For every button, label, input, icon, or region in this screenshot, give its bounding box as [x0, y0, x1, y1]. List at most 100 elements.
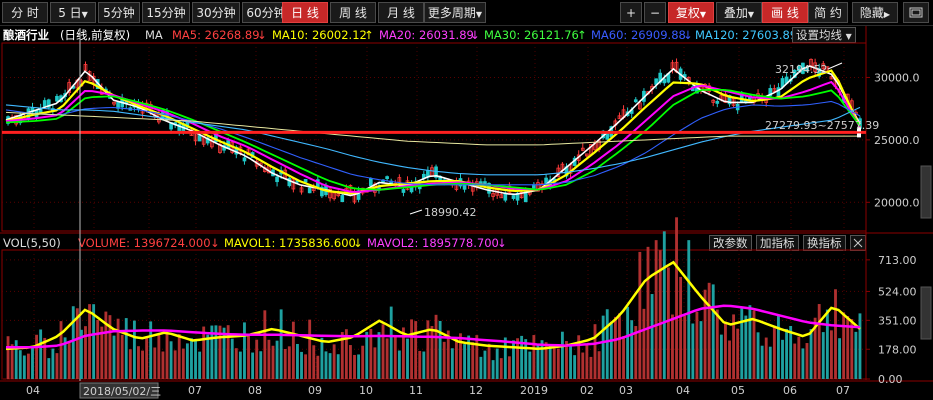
volume-bar [422, 351, 426, 379]
low-arrow [409, 209, 423, 215]
candle-body [55, 95, 59, 102]
volume-bar [524, 339, 528, 379]
month-axis-label: 03 [619, 384, 633, 397]
range-annotation: 27279.93~27577.39 [765, 119, 879, 132]
volume-bar [483, 350, 487, 379]
volume-bar [243, 322, 246, 379]
volume-bar [785, 328, 789, 379]
volume-bar [532, 335, 536, 379]
volume-bar [116, 318, 120, 379]
volume-bar [47, 358, 51, 379]
volume-bar [858, 313, 862, 379]
volume-bar [740, 308, 744, 379]
volume-bar [332, 344, 336, 379]
volume-bar [573, 355, 577, 379]
volume-bar [271, 345, 275, 379]
volume-bar [650, 294, 654, 379]
volume-bar [711, 284, 715, 379]
volume-bar [312, 345, 316, 379]
volume-bar [760, 345, 764, 379]
volume-bar [128, 349, 132, 379]
volume-bar [801, 348, 805, 379]
volume-bar [850, 319, 854, 379]
volume-bar [145, 337, 149, 379]
volume-bar [132, 320, 136, 379]
volume-bar [267, 339, 271, 379]
volume-bar [593, 324, 597, 379]
volume-bar [381, 324, 385, 379]
volume-bar [442, 341, 446, 379]
volume-bar [825, 309, 829, 379]
volume-bar [589, 356, 593, 379]
volume-bar [353, 354, 356, 379]
volume-bar [805, 343, 809, 379]
volume-bar [691, 323, 695, 379]
month-axis-label: 2019 [520, 384, 548, 397]
volume-bar [675, 217, 678, 379]
volume-bar [768, 346, 772, 379]
volume-bar [124, 318, 128, 379]
volume-bar [161, 351, 165, 379]
kline-chart-canvas[interactable]: 20000.0 25000.0 30000.0 713.00 524.00 351.00 1… [0, 0, 933, 400]
volume-bar [365, 331, 369, 379]
volume-bar [373, 347, 377, 379]
month-axis-label: 07 [836, 384, 850, 397]
volume-bar [177, 334, 181, 379]
volume-bar [324, 351, 328, 379]
candle-body [368, 178, 373, 187]
volume-scrollbar [920, 286, 932, 340]
volume-bar [662, 231, 666, 379]
volume-bar [198, 351, 202, 379]
volume-bar [222, 327, 226, 379]
volume-bar [234, 348, 238, 379]
volume-bar [626, 306, 630, 379]
volume-bar [838, 338, 842, 379]
volume-axis-label: 351.00 [878, 314, 917, 327]
volume-bar [707, 282, 711, 379]
volume-bar [556, 348, 560, 379]
volume-bar [507, 356, 511, 379]
volume-bar [308, 319, 312, 379]
volume-bar [695, 311, 699, 379]
candle-body [385, 176, 389, 180]
volume-bar [410, 319, 414, 379]
volume-bar [842, 312, 846, 379]
month-axis-label: 04 [676, 384, 690, 397]
volume-bar [715, 309, 719, 379]
volume-bar [406, 338, 409, 379]
volume-bar [821, 332, 825, 379]
volume-bar [834, 289, 837, 379]
volume-bar [475, 335, 479, 379]
volume-bar [263, 310, 267, 379]
volume-bar [283, 349, 287, 379]
volume-bar [772, 325, 776, 379]
volume-bar [39, 329, 43, 379]
month-axis-label: 12 [469, 384, 483, 397]
volume-bar [279, 309, 283, 379]
volume-bar [646, 246, 650, 379]
month-axis-label: 04 [26, 384, 40, 397]
volume-bar [51, 348, 55, 379]
volume-bar [430, 325, 434, 379]
volume-bar [418, 350, 422, 379]
volume-bar [120, 334, 124, 379]
volume-bar [471, 342, 475, 379]
price-axis-label: 25000.0 [874, 134, 920, 147]
candle-body [197, 135, 202, 142]
volume-bar [251, 352, 255, 379]
volume-bar [96, 319, 100, 379]
volume-bar [789, 325, 793, 379]
price-axis-label: 20000.0 [874, 196, 920, 209]
volume-bar [59, 321, 63, 379]
high-price-annotation: 32194.52 [775, 63, 828, 76]
candle-body [715, 100, 720, 104]
candle-body [303, 178, 308, 183]
volume-bar [638, 251, 642, 379]
volume-bar [230, 338, 234, 379]
volume-bar [699, 321, 703, 379]
volume-bar [296, 343, 299, 379]
volume-bar [719, 334, 723, 379]
volume-bar [618, 313, 621, 379]
volume-bar [797, 336, 801, 379]
volume-bar [328, 353, 332, 379]
